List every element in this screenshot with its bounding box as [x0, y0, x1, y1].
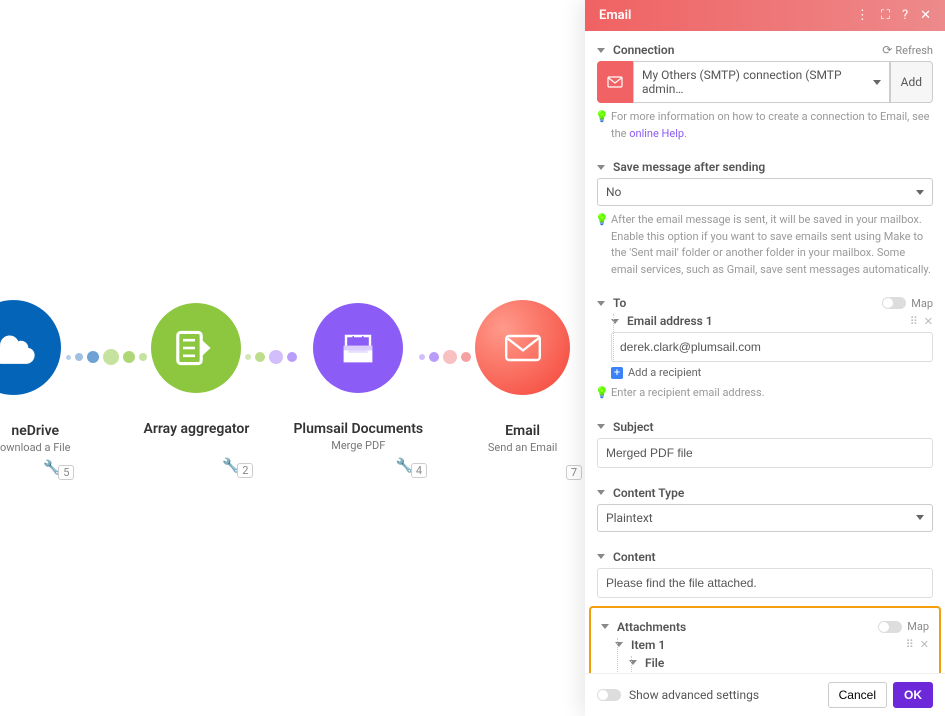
node-subtitle: [195, 439, 198, 452]
connection-select[interactable]: My Others (SMTP) connection (SMTP admin…: [633, 61, 890, 103]
node-title: Email: [505, 423, 540, 439]
to-label: To: [597, 296, 626, 310]
node-subtitle: Send an Email: [488, 441, 557, 454]
attachments-highlight: Attachments Map Item 1 File Plumsail Doc…: [589, 606, 941, 674]
connector: [66, 349, 147, 365]
remove-item-icon[interactable]: [924, 315, 933, 328]
add-recipient-button[interactable]: +Add a recipient: [611, 366, 933, 379]
content-type-label: Content Type: [597, 486, 684, 500]
help-icon[interactable]: ?: [902, 8, 908, 23]
node-title: Plumsail Documents: [293, 421, 423, 437]
subject-label: Subject: [597, 420, 654, 434]
more-icon[interactable]: ⋮: [856, 8, 869, 23]
online-help-link[interactable]: online Help: [629, 127, 684, 140]
panel-header: Email ⋮ ⛶ ? ✕: [585, 0, 945, 31]
attachments-label: Attachments: [601, 620, 686, 634]
save-after-select[interactable]: No: [597, 178, 933, 206]
refresh-button[interactable]: Refresh: [882, 43, 933, 57]
connection-label: Connection: [597, 43, 674, 57]
content-label: Content: [597, 550, 656, 564]
node-subtitle: ownload a File: [0, 441, 70, 454]
email-address-input[interactable]: [611, 332, 933, 362]
ok-button[interactable]: OK: [893, 682, 933, 708]
email-connection-icon: [597, 61, 633, 103]
file-label: File: [629, 656, 664, 670]
expand-icon[interactable]: ⛶: [881, 8, 890, 23]
flow-node-plumsail[interactable]: 🔧 Plumsail Documents Merge PDF 4: [293, 303, 423, 452]
save-after-hint: After the email message is sent, it will…: [597, 212, 933, 278]
node-number: 4: [411, 463, 427, 478]
content-type-select[interactable]: Plaintext: [597, 504, 933, 532]
connection-hint: For more information on how to create a …: [597, 109, 933, 142]
close-icon[interactable]: ✕: [920, 8, 931, 23]
drag-handle-icon[interactable]: [906, 638, 914, 651]
flow-node-onedrive[interactable]: 🔧 neDrive ownload a File 5: [0, 300, 70, 454]
add-connection-button[interactable]: Add: [890, 61, 933, 103]
attachment-item-label: Item 1: [615, 638, 665, 652]
connector: [245, 350, 297, 364]
node-title: neDrive: [11, 423, 59, 439]
subject-input[interactable]: [597, 438, 933, 468]
node-number: 7: [566, 465, 582, 480]
flow-node-array[interactable]: 🔧 Array aggregator 2: [143, 303, 249, 452]
advanced-settings-toggle[interactable]: [597, 689, 621, 701]
panel-footer: Show advanced settings Cancel OK: [585, 673, 945, 716]
to-map-toggle[interactable]: [882, 297, 906, 309]
email-address-item-label: Email address 1: [611, 314, 713, 328]
connector: [419, 350, 471, 364]
advanced-settings-label: Show advanced settings: [629, 688, 759, 702]
panel-title: Email: [599, 8, 631, 23]
workflow-canvas[interactable]: 🔧 neDrive ownload a File 5 🔧 Array aggre…: [0, 0, 585, 716]
flow-node-email[interactable]: Email Send an Email 7: [467, 300, 578, 454]
email-config-panel: Email ⋮ ⛶ ? ✕ Connection Refresh My Othe…: [585, 0, 945, 716]
remove-item-icon[interactable]: [920, 638, 929, 651]
content-input[interactable]: [597, 568, 933, 598]
node-number: 5: [58, 465, 74, 480]
node-title: Array aggregator: [144, 421, 250, 437]
to-hint: Enter a recipient email address.: [597, 385, 933, 402]
node-subtitle: Merge PDF: [331, 439, 385, 452]
save-after-label: Save message after sending: [597, 160, 765, 174]
drag-handle-icon[interactable]: [910, 315, 918, 328]
attachments-map-toggle[interactable]: [878, 621, 902, 633]
node-number: 2: [237, 463, 253, 478]
cancel-button[interactable]: Cancel: [828, 682, 887, 708]
